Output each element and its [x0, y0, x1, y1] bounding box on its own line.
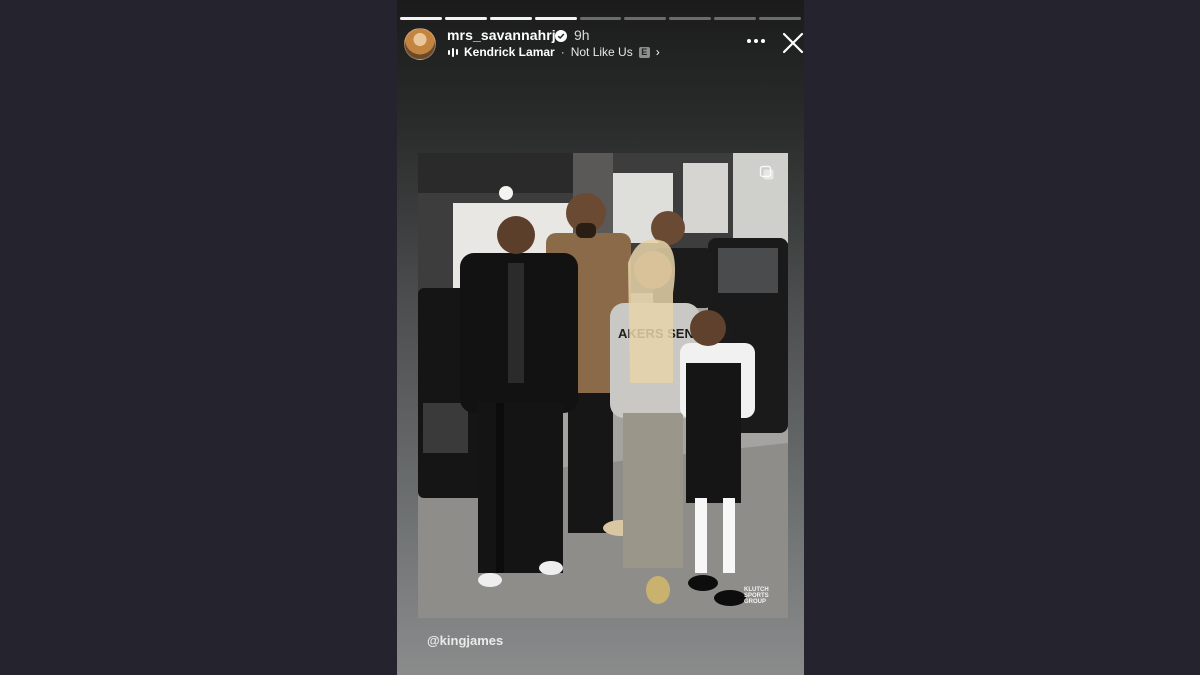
- music-artist: Kendrick Lamar: [464, 45, 555, 59]
- music-sticker[interactable]: Kendrick Lamar · Not Like Us E ›: [448, 45, 660, 59]
- story-viewer[interactable]: mrs_savannahrj 9h Kendrick Lamar · Not L…: [397, 0, 804, 675]
- chevron-right-icon: ›: [655, 45, 660, 59]
- progress-segment: [534, 17, 577, 20]
- progress-segment: [400, 17, 442, 20]
- verified-badge-icon: [555, 30, 567, 42]
- explicit-badge: E: [638, 46, 650, 58]
- post-time: 9h: [574, 27, 590, 43]
- story-photo: AKERS SENTIALS KLUTCH SPORTS GROUP: [418, 153, 788, 618]
- photo-watermark: KLUTCH SPORTS GROUP: [744, 587, 769, 605]
- story-progress-bar: [400, 17, 802, 20]
- progress-segment: [669, 17, 712, 20]
- progress-segment: [444, 17, 487, 20]
- progress-segment: [579, 17, 622, 20]
- username[interactable]: mrs_savannahrj: [447, 27, 556, 43]
- music-bars-icon: [448, 47, 458, 57]
- avatar[interactable]: [404, 28, 436, 60]
- progress-segment: [714, 17, 757, 20]
- more-options-icon[interactable]: [745, 34, 767, 48]
- progress-segment: [759, 17, 802, 20]
- progress-segment: [624, 17, 667, 20]
- close-icon[interactable]: [781, 31, 804, 55]
- multi-photo-icon: [759, 165, 774, 180]
- music-track: Not Like Us: [570, 45, 633, 59]
- mention-sticker[interactable]: @kingjames: [427, 633, 503, 648]
- music-separator: ·: [560, 45, 565, 59]
- progress-segment: [489, 17, 532, 20]
